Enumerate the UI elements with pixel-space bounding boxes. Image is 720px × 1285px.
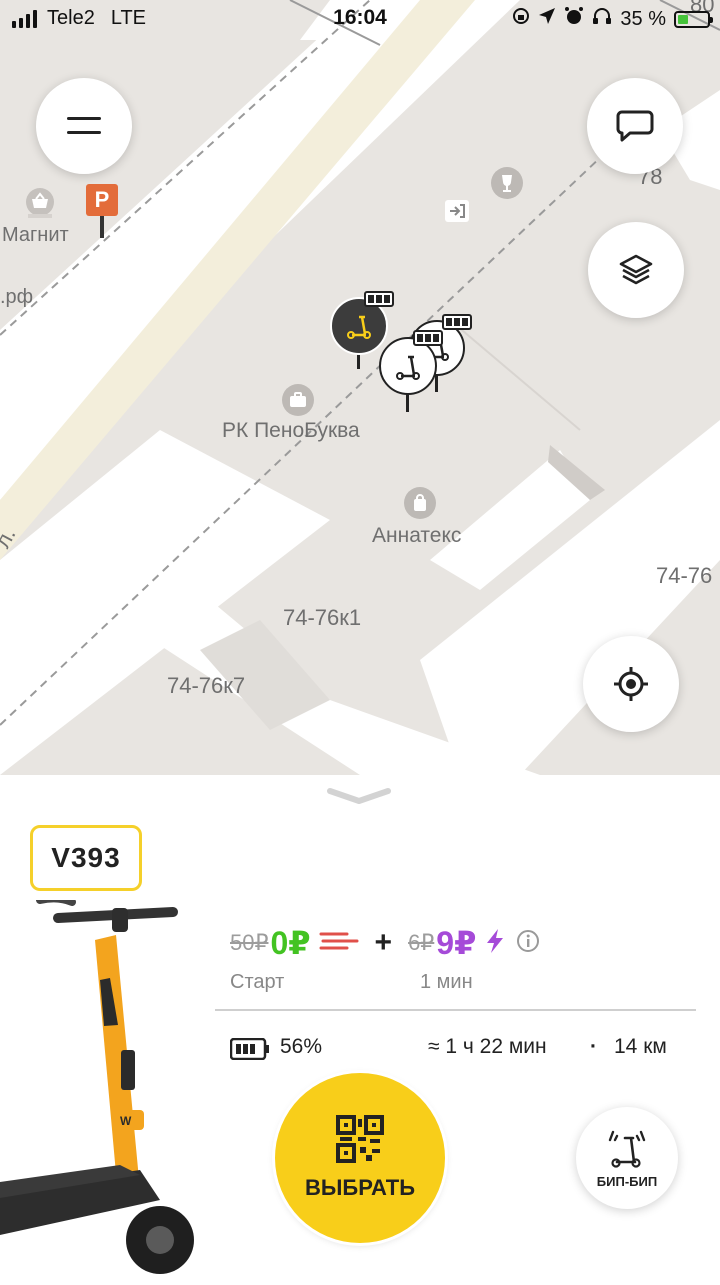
- parking-icon: P: [86, 184, 118, 238]
- scooter-pin[interactable]: [379, 330, 443, 412]
- battery-icon: [229, 1037, 270, 1066]
- minute-label: 1 мин: [420, 971, 473, 993]
- sheet-collapse-handle[interactable]: [326, 787, 392, 805]
- chat-button[interactable]: [587, 78, 683, 174]
- plus-sign: +: [374, 926, 393, 959]
- building-label-74-76k1: 74-76к1: [283, 605, 362, 630]
- shopping-bag-icon: [404, 487, 436, 519]
- minute-old-price: 6₽: [408, 930, 435, 955]
- scooter-image: W: [0, 894, 200, 1280]
- qr-code-icon: [336, 1115, 384, 1163]
- location-arrow-icon: [538, 7, 556, 31]
- status-bar: Tele2 LTE 16:04 35 %: [0, 0, 720, 38]
- battery-charging-icon: [674, 10, 713, 28]
- entrance-icon: [445, 200, 469, 222]
- battery-level: 56%: [280, 1035, 323, 1058]
- tariff-row: 50₽ 0₽ + 6₽ 9₽: [230, 923, 540, 963]
- minute-price: 9₽: [436, 925, 477, 961]
- building-label-74-76k7: 74-76к7: [167, 673, 246, 698]
- headphones-icon: [592, 7, 612, 31]
- beep-button[interactable]: БИП-БИП: [576, 1107, 678, 1209]
- pin-battery-icon: [413, 330, 443, 346]
- battery-percent: 35 %: [620, 7, 666, 30]
- parking-letter: P: [86, 184, 118, 216]
- info-icon[interactable]: [516, 929, 540, 958]
- start-price: 0₽: [270, 925, 311, 961]
- pin-battery-icon: [364, 291, 394, 307]
- building-label-74-76: 74-76: [656, 563, 713, 588]
- scooter-stats: 56% ≈ 1 ч 22 мин · 14 км: [229, 1033, 680, 1066]
- poi-label-magnit: Магнит: [2, 224, 69, 246]
- scooter-brand-logo: W: [120, 1114, 132, 1128]
- wine-glass-icon: [491, 167, 523, 199]
- crosshair-icon: [614, 667, 648, 701]
- range-time: ≈ 1 ч 22 мин: [428, 1035, 547, 1058]
- alarm-clock-icon: [564, 6, 584, 32]
- start-label: Старт: [230, 971, 285, 993]
- hamburger-icon: [67, 117, 101, 134]
- rotation-lock-icon: [512, 7, 530, 31]
- street-label-rf: .рф: [0, 286, 34, 308]
- poi-label-penobukva: РК ПеноБуква: [222, 419, 360, 442]
- chat-bubble-icon: [616, 110, 654, 142]
- start-old-price: 50₽: [230, 930, 269, 955]
- pin-battery-icon: [442, 314, 472, 330]
- map-view[interactable]: Магнит .рф 78 80 РК ПеноБуква Аннатекс 7…: [0, 0, 720, 775]
- scooter-bottom-sheet: V393 W 50₽ 0₽ + 6₽ 9₽ Старт 1 мин 56% ≈ …: [0, 775, 720, 1280]
- beep-button-label: БИП-БИП: [596, 1173, 658, 1189]
- briefcase-icon: [282, 384, 314, 416]
- grocery-basket-icon: [22, 188, 58, 227]
- poi-label-annateks: Аннатекс: [372, 524, 462, 547]
- speed-lines-icon: [319, 929, 359, 958]
- menu-button[interactable]: [36, 78, 132, 174]
- lightning-icon: [484, 928, 506, 959]
- layers-icon: [619, 254, 653, 285]
- scooter-code-badge: V393: [30, 825, 142, 891]
- stats-separator: ·: [590, 1035, 597, 1058]
- select-button-label: ВЫБРАТЬ: [304, 1175, 416, 1200]
- range-distance: 14 км: [614, 1035, 667, 1058]
- beeping-scooter-icon: [608, 1130, 646, 1168]
- chevron-down-icon: [327, 788, 391, 804]
- select-scooter-button[interactable]: ВЫБРАТЬ: [275, 1073, 445, 1243]
- divider: [215, 1009, 696, 1011]
- map-layers-button[interactable]: [588, 222, 684, 318]
- locate-me-button[interactable]: [583, 636, 679, 732]
